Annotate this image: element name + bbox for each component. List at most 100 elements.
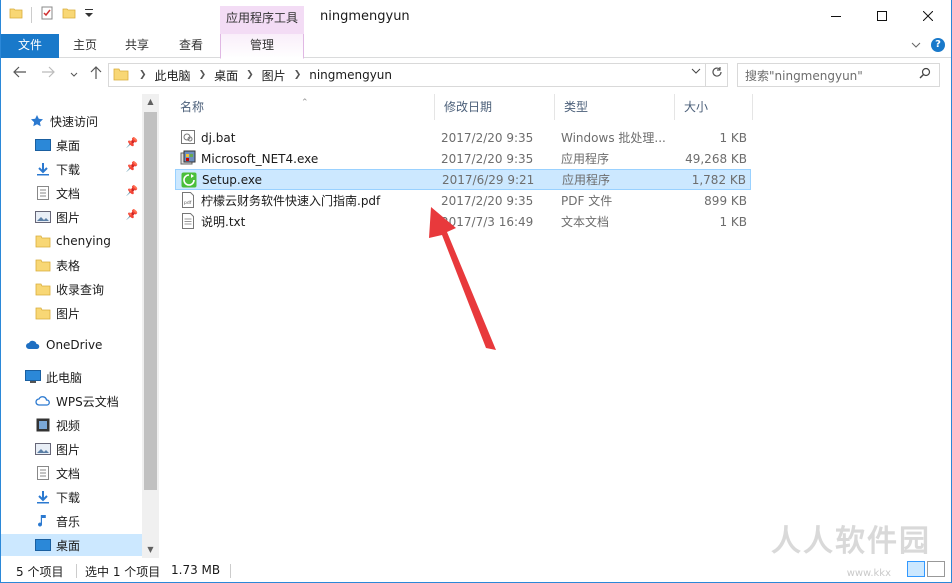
nav-label: 桌面 xyxy=(56,138,81,153)
file-row[interactable]: dj.bat 2017/2/20 9:35 Windows 批处理... 1 K… xyxy=(175,127,751,148)
nav-label: 收录查询 xyxy=(56,282,105,297)
nav-label: 视频 xyxy=(56,418,81,433)
maximize-icon xyxy=(877,11,887,21)
file-row[interactable]: Microsoft_NET4.exe 2017/2/20 9:35 应用程序 4… xyxy=(175,148,751,169)
nav-this-pc[interactable]: 此电脑 xyxy=(1,366,142,388)
customize-qat-icon[interactable] xyxy=(84,7,94,22)
recent-locations-button[interactable] xyxy=(65,66,83,84)
nav-item-pc-pictures[interactable]: 图片 xyxy=(1,438,142,460)
selection-count: 选中 1 个项目 xyxy=(85,565,161,579)
file-type: 应用程序 xyxy=(561,152,610,166)
column-header-date[interactable]: 修改日期 xyxy=(435,94,555,120)
nav-item-pictures-folder[interactable]: 图片 xyxy=(1,302,142,324)
pin-icon[interactable]: 📌 xyxy=(126,162,138,173)
minimize-button[interactable] xyxy=(813,0,859,32)
nav-onedrive[interactable]: OneDrive xyxy=(1,334,142,356)
tab-file[interactable]: 文件 xyxy=(1,34,59,58)
breadcrumb-pictures[interactable]: 图片 xyxy=(262,67,286,84)
search-icon[interactable] xyxy=(919,67,931,83)
tab-share[interactable]: 共享 xyxy=(115,34,159,58)
up-button[interactable] xyxy=(87,66,105,84)
pin-icon[interactable]: 📌 xyxy=(126,138,138,149)
nav-label: 文档 xyxy=(56,466,81,481)
refresh-button[interactable] xyxy=(705,64,727,86)
address-dropdown-icon[interactable] xyxy=(691,67,701,78)
nav-item-pc-downloads[interactable]: 下载 xyxy=(1,486,142,508)
breadcrumb-desktop[interactable]: 桌面 xyxy=(214,67,238,84)
search-box[interactable]: 搜索"ningmengyun" xyxy=(737,63,940,87)
nav-label: 音乐 xyxy=(56,514,81,529)
nav-item-pc-desktop[interactable]: 桌面 xyxy=(1,534,142,556)
nav-pane-scrollbar[interactable]: ▲ ▼ xyxy=(142,94,159,558)
nav-item-documents[interactable]: 文档 📌 xyxy=(1,182,142,204)
tab-home[interactable]: 主页 xyxy=(63,34,107,58)
nav-item-pictures[interactable]: 图片 📌 xyxy=(1,206,142,228)
file-size: 1 KB xyxy=(719,214,747,229)
document-icon xyxy=(35,466,51,480)
nav-label: 图片 xyxy=(56,306,81,321)
address-bar[interactable]: ❯ 此电脑 ❯ 桌面 ❯ 图片 ❯ ningmengyun xyxy=(108,63,728,87)
nav-item-wps-cloud[interactable]: WPS云文档 xyxy=(1,390,142,412)
nav-item-indexing[interactable]: 收录查询 xyxy=(1,278,142,300)
pictures-icon xyxy=(35,210,51,224)
tab-manage[interactable]: 管理 xyxy=(220,34,304,59)
folder-icon xyxy=(9,6,23,23)
nav-label: 桌面 xyxy=(56,538,81,553)
nav-item-pc-documents[interactable]: 文档 xyxy=(1,462,142,484)
file-size: 899 KB xyxy=(704,193,747,208)
breadcrumb-this-pc[interactable]: 此电脑 xyxy=(155,67,191,84)
breadcrumb-separator[interactable]: ❯ xyxy=(139,70,147,80)
scrollbar-thumb[interactable] xyxy=(144,112,157,490)
selection-size: 1.73 MB xyxy=(171,563,221,577)
file-date: 2017/6/29 9:21 xyxy=(442,172,535,187)
nav-label: OneDrive xyxy=(46,338,103,352)
breadcrumb-separator[interactable]: ❯ xyxy=(294,70,302,80)
status-divider xyxy=(76,564,77,578)
file-name: Setup.exe xyxy=(202,172,263,187)
forward-button[interactable] xyxy=(39,66,57,84)
navigation-bar: ❯ 此电脑 ❯ 桌面 ❯ 图片 ❯ ningmengyun 搜索"ningmen… xyxy=(1,62,951,88)
large-icons-view-icon[interactable] xyxy=(927,561,945,577)
text-file-icon xyxy=(180,213,196,229)
view-toggle xyxy=(907,561,945,577)
folder-icon xyxy=(35,234,51,248)
expand-ribbon-icon[interactable] xyxy=(911,38,921,52)
breadcrumb-separator[interactable]: ❯ xyxy=(246,70,254,80)
back-arrow-icon xyxy=(13,66,26,78)
help-icon[interactable]: ? xyxy=(931,38,945,52)
close-button[interactable] xyxy=(905,0,951,32)
new-folder-icon[interactable] xyxy=(62,6,76,23)
details-view-icon[interactable] xyxy=(907,561,925,577)
column-header-name[interactable]: 名称 ⌃ xyxy=(171,94,435,120)
column-header-type[interactable]: 类型 xyxy=(555,94,675,120)
download-icon xyxy=(35,490,51,504)
pin-icon[interactable]: 📌 xyxy=(126,210,138,221)
nav-item-music[interactable]: 音乐 xyxy=(1,510,142,532)
file-date: 2017/7/3 16:49 xyxy=(441,214,534,229)
breadcrumb-ningmengyun[interactable]: ningmengyun xyxy=(309,68,392,82)
video-icon xyxy=(35,418,51,432)
file-row[interactable]: pdf 柠檬云财务软件快速入门指南.pdf 2017/2/20 9:35 PDF… xyxy=(175,190,751,211)
nav-item-desktop[interactable]: 桌面 📌 xyxy=(1,134,142,156)
nav-item-downloads[interactable]: 下载 📌 xyxy=(1,158,142,180)
nav-item-videos[interactable]: 视频 xyxy=(1,414,142,436)
nav-item-chenying[interactable]: chenying xyxy=(1,230,142,252)
file-row-selected[interactable]: Setup.exe 2017/6/29 9:21 应用程序 1,782 KB xyxy=(175,169,751,190)
nav-label: 下载 xyxy=(56,490,81,505)
nav-quick-access[interactable]: 快速访问 xyxy=(1,110,142,132)
tab-view[interactable]: 查看 xyxy=(169,34,213,58)
nav-item-tables[interactable]: 表格 xyxy=(1,254,142,276)
file-size: 1,782 KB xyxy=(691,172,746,187)
contextual-tab-group-label: 应用程序工具 xyxy=(220,6,304,34)
maximize-button[interactable] xyxy=(859,0,905,32)
column-header-size[interactable]: 大小 xyxy=(675,94,753,120)
file-row[interactable]: 说明.txt 2017/7/3 16:49 文本文档 1 KB xyxy=(175,211,751,232)
file-date: 2017/2/20 9:35 xyxy=(441,151,534,166)
scroll-up-icon[interactable]: ▲ xyxy=(142,94,159,110)
status-divider xyxy=(230,564,231,578)
scroll-down-icon[interactable]: ▼ xyxy=(142,542,159,558)
properties-icon[interactable] xyxy=(40,6,54,23)
back-button[interactable] xyxy=(11,66,29,84)
breadcrumb-separator[interactable]: ❯ xyxy=(199,70,207,80)
pin-icon[interactable]: 📌 xyxy=(126,186,138,197)
